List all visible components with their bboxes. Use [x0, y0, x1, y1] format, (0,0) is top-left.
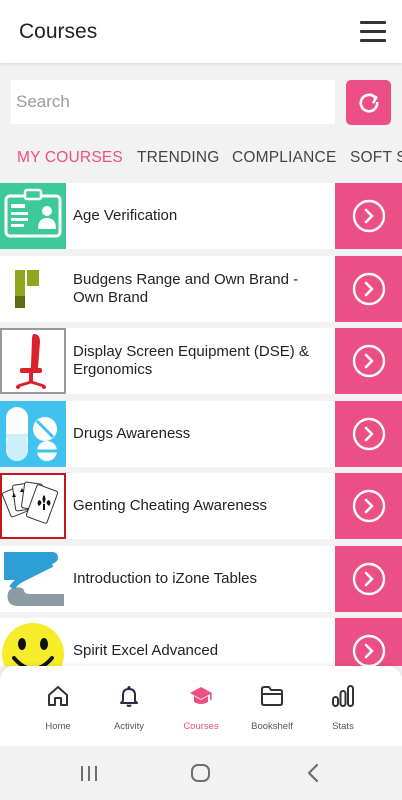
- course-title: Drugs Awareness: [73, 425, 191, 442]
- bottom-nav: Home Activity Courses Bookshelf Stats: [0, 666, 402, 746]
- nav-home[interactable]: Home: [23, 666, 93, 746]
- bell-icon: [120, 686, 138, 707]
- course-row-budgens-own-brand[interactable]: Budgens Range and Own Brand - Own Brand: [0, 256, 402, 322]
- course-row-genting-cheating[interactable]: Genting Cheating Awareness: [0, 473, 402, 539]
- tab-soft-skills[interactable]: SOFT SKILLS: [350, 149, 402, 167]
- chevron-right-circle-icon: [352, 562, 385, 596]
- open-course-button[interactable]: [335, 473, 402, 539]
- recent-apps-icon: [81, 766, 97, 781]
- open-course-button[interactable]: [335, 546, 402, 612]
- home-circle-icon: [191, 764, 210, 782]
- system-nav-bar: [0, 746, 402, 800]
- nav-label: Bookshelf: [251, 721, 293, 732]
- tab-compliance[interactable]: COMPLIANCE: [232, 149, 337, 167]
- course-row-izone-tables[interactable]: Introduction to iZone Tables: [0, 546, 402, 612]
- app-bar: Courses: [0, 0, 402, 63]
- nav-label: Activity: [113, 721, 145, 732]
- home-icon: [48, 686, 68, 706]
- recent-apps-button[interactable]: [75, 761, 105, 785]
- budgens-logo-icon: [0, 256, 66, 322]
- course-title: Budgens Range and Own Brand - Own Brand: [73, 271, 299, 306]
- chevron-right-circle-icon: [352, 417, 385, 451]
- search-input[interactable]: [11, 80, 335, 124]
- course-title: Age Verification: [73, 207, 178, 224]
- open-course-button[interactable]: [335, 328, 402, 394]
- bar-chart-icon: [332, 685, 354, 707]
- id-card-icon: [0, 183, 66, 249]
- pills-icon: [0, 401, 66, 467]
- open-course-button[interactable]: [335, 256, 402, 322]
- nav-activity[interactable]: Activity: [94, 666, 164, 746]
- refresh-icon: [359, 93, 379, 113]
- open-course-button[interactable]: [335, 401, 402, 467]
- refresh-button[interactable]: [346, 80, 391, 125]
- chevron-right-circle-icon: [352, 199, 385, 233]
- course-title: Display Screen Equipment (DSE) & Ergonom…: [73, 343, 309, 378]
- course-title: Introduction to iZone Tables: [73, 570, 258, 587]
- course-row-age-verification[interactable]: Age Verification: [0, 183, 402, 249]
- course-row-dse-ergonomics[interactable]: Display Screen Equipment (DSE) & Ergonom…: [0, 328, 402, 394]
- nav-bookshelf[interactable]: Bookshelf: [237, 666, 307, 746]
- chevron-right-circle-icon: [352, 489, 385, 523]
- nav-label: Courses: [183, 721, 219, 732]
- course-list: Age Verification Budgens Range and Own B…: [0, 183, 402, 666]
- smiley-face-icon: [0, 618, 66, 666]
- chevron-right-circle-icon: [352, 634, 385, 666]
- page-title: Courses: [19, 20, 98, 43]
- office-chair-icon: [0, 328, 66, 394]
- search-bar: [0, 63, 402, 138]
- course-title: Spirit Excel Advanced: [73, 642, 219, 659]
- app-root: Courses MY COURSES TRENDING COMPLIANCE S…: [0, 0, 402, 800]
- nav-label: Stats: [332, 721, 354, 732]
- course-row-spirit-excel[interactable]: Spirit Excel Advanced: [0, 618, 402, 666]
- course-title: Genting Cheating Awareness: [73, 497, 268, 514]
- nav-stats[interactable]: Stats: [308, 666, 378, 746]
- category-tabs: MY COURSES TRENDING COMPLIANCE SOFT SKIL…: [0, 141, 402, 173]
- nav-courses[interactable]: Courses: [166, 666, 236, 746]
- tab-trending[interactable]: TRENDING: [137, 149, 220, 167]
- open-course-button[interactable]: [335, 618, 402, 666]
- graduation-cap-icon: [190, 687, 212, 704]
- tab-my-courses[interactable]: MY COURSES: [17, 149, 123, 167]
- chevron-right-circle-icon: [352, 272, 385, 306]
- playing-cards-icon: [0, 473, 66, 539]
- folder-icon: [261, 686, 283, 706]
- home-system-button[interactable]: [186, 761, 216, 785]
- open-course-button[interactable]: [335, 183, 402, 249]
- course-row-drugs-awareness[interactable]: Drugs Awareness: [0, 401, 402, 467]
- chevron-right-circle-icon: [352, 344, 385, 378]
- izone-logo-icon: [0, 546, 66, 612]
- nav-label: Home: [45, 721, 71, 732]
- back-button[interactable]: [298, 761, 328, 785]
- hamburger-menu-icon[interactable]: [360, 21, 386, 43]
- back-chevron-icon: [307, 763, 319, 783]
